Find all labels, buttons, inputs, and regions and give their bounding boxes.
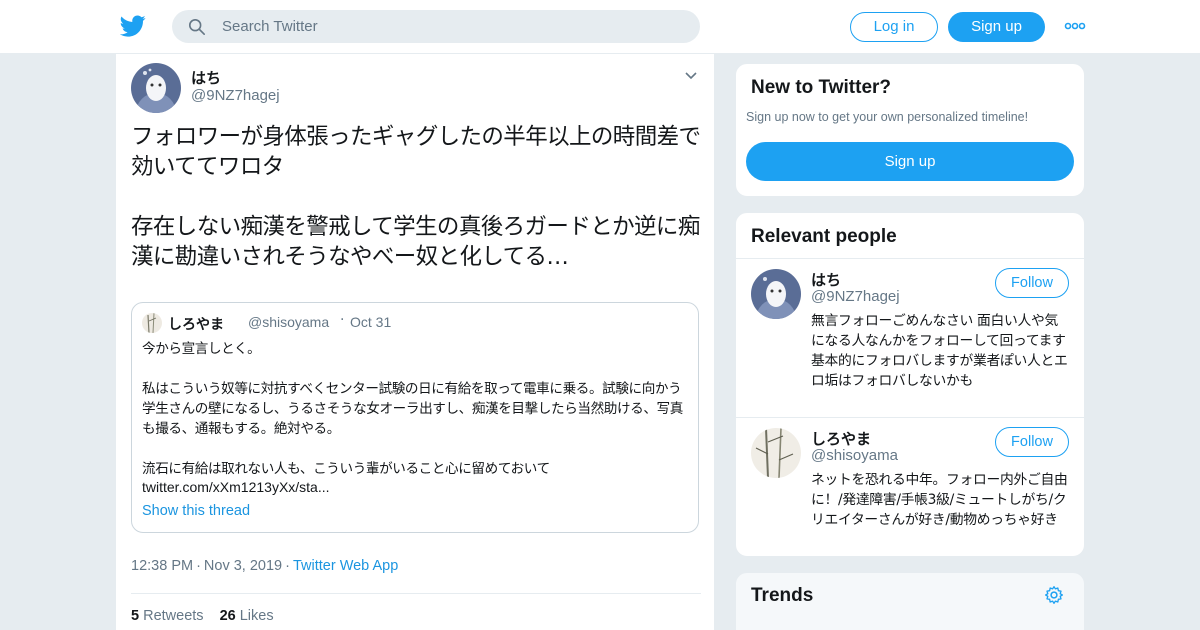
divider <box>131 593 701 594</box>
signup-card-button[interactable]: Sign up <box>746 142 1074 181</box>
signup-card-title: New to Twitter? <box>751 77 892 98</box>
person-avatar[interactable] <box>751 428 801 478</box>
trends-title: Trends <box>751 585 814 606</box>
retweets-stat[interactable]: 5 Retweets <box>131 608 204 624</box>
quoted-tweet[interactable]: しろやま @shisoyama · Oct 31 今から宣言しとく。 私はこうい… <box>131 302 699 533</box>
follow-button[interactable]: Follow <box>995 268 1069 298</box>
tweet-text: フォロワーが身体張ったギャグしたの半年以上の時間差で効いててワロタ 存在しない痴… <box>131 124 701 270</box>
quote-text: 今から宣言しとく。 私はこういう奴等に対抗すべくセンター試験の日に有給を取って電… <box>142 341 683 477</box>
retweets-label: Retweets <box>143 608 204 624</box>
tweet-time[interactable]: 12:38 PM <box>131 558 193 574</box>
search-icon <box>188 18 206 36</box>
signup-card: New to Twitter? Sign up now to get your … <box>735 63 1085 197</box>
author-handle[interactable]: @9NZ7hagej <box>191 87 280 104</box>
follow-button[interactable]: Follow <box>995 427 1069 457</box>
top-navigation-bar: Log in Sign up <box>0 0 1200 54</box>
retweet-count: 5 <box>131 608 140 624</box>
gear-icon[interactable] <box>1044 585 1064 605</box>
likes-label: Likes <box>239 608 274 624</box>
person-bio: 無言フォローごめんなさい 面白い人や気になる人なんかをフォローして回ってます 基… <box>811 313 1068 389</box>
tweet-source-link[interactable]: Twitter Web App <box>293 558 398 574</box>
author-avatar[interactable] <box>131 63 181 113</box>
search-input[interactable] <box>222 10 682 43</box>
quote-avatar <box>142 313 162 333</box>
quote-link: twitter.com/xXm1213yXx/sta... <box>142 479 330 495</box>
relevant-people-card: Relevant people はち @9NZ7hagej Follow 無言フ… <box>735 212 1085 557</box>
person-avatar[interactable] <box>751 269 801 319</box>
login-button[interactable]: Log in <box>850 12 938 42</box>
likes-stat[interactable]: 26 Likes <box>220 608 274 624</box>
tweet-metadata: 12:38 PM · Nov 3, 2019 · Twitter Web App <box>131 558 399 574</box>
person-name[interactable]: はち <box>811 269 841 290</box>
quote-author-name: しろやま <box>168 317 224 333</box>
tweet-column: はち @9NZ7hagej フォロワーが身体張ったギャグしたの半年以上の時間差で… <box>115 54 715 630</box>
quote-author-handle: @shisoyama <box>248 314 330 330</box>
relevant-people-title: Relevant people <box>751 226 897 247</box>
person-name[interactable]: しろやま <box>811 428 871 449</box>
tweet-date[interactable]: Nov 3, 2019 <box>204 558 282 574</box>
author-name[interactable]: はち <box>191 67 221 88</box>
show-thread-link[interactable]: Show this thread <box>142 503 250 519</box>
signup-button[interactable]: Sign up <box>948 12 1045 42</box>
chevron-down-icon[interactable] <box>684 71 698 81</box>
separator-dot: · <box>340 312 345 328</box>
divider <box>736 258 1084 259</box>
person-handle[interactable]: @9NZ7hagej <box>811 288 900 305</box>
person-bio: ネットを恐れる中年。フォロー内外ご自由に！/発達障害/手帳3級/ミュートしがち/… <box>811 472 1068 528</box>
divider <box>736 417 1084 418</box>
signup-card-subtitle: Sign up now to get your own personalized… <box>746 110 1029 124</box>
twitter-bird-icon[interactable] <box>120 13 146 39</box>
trends-card: Trends <box>735 572 1085 630</box>
like-count: 26 <box>219 608 236 624</box>
search-bar[interactable] <box>172 10 700 43</box>
tweet-stats: 5 Retweets 26 Likes <box>131 608 274 624</box>
more-icon[interactable] <box>1064 20 1086 32</box>
person-handle[interactable]: @shisoyama <box>811 447 898 464</box>
quote-date: Oct 31 <box>350 314 392 330</box>
